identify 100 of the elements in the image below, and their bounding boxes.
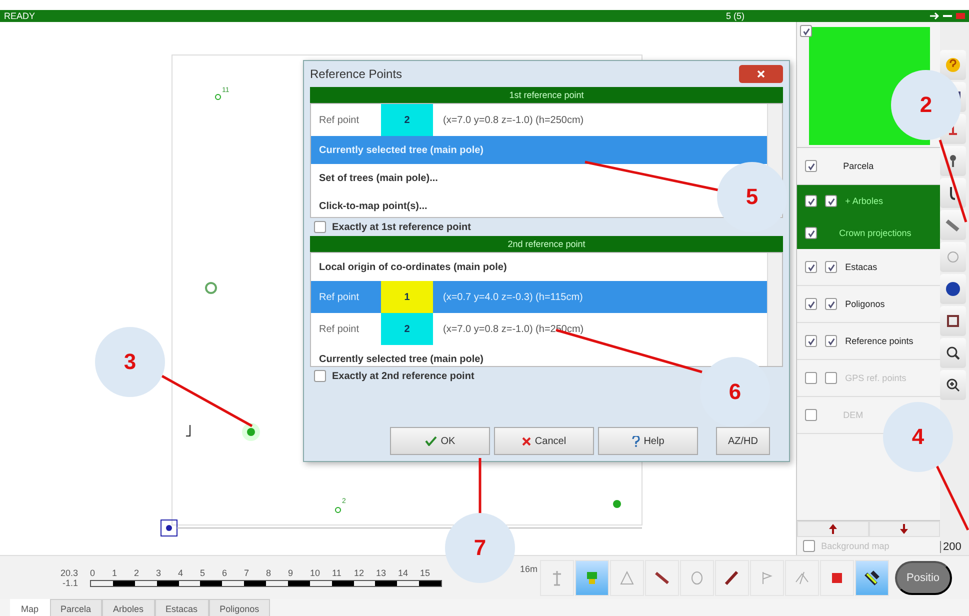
layer-row[interactable]: Crown projections xyxy=(797,217,940,249)
tool-button[interactable] xyxy=(644,560,679,596)
minus-icon[interactable] xyxy=(943,12,952,20)
status-text: READY xyxy=(4,11,36,21)
cross-icon xyxy=(522,436,531,446)
scale-label: 0 xyxy=(90,568,96,578)
down-arrow-icon xyxy=(900,524,908,534)
checkbox[interactable] xyxy=(825,261,838,273)
close-icon xyxy=(757,70,765,78)
tree-icon xyxy=(950,155,956,167)
scale-label: 10 xyxy=(310,568,322,578)
layer-name: Parcela xyxy=(843,161,874,171)
coordinate-text: -1.1 xyxy=(62,578,78,588)
layer-row[interactable]: + Arboles xyxy=(797,185,940,217)
section-header: 2nd reference point xyxy=(310,236,783,252)
layer-name: Poligonos xyxy=(845,299,885,309)
checkbox[interactable] xyxy=(805,195,818,207)
tree-marker[interactable] xyxy=(186,424,190,436)
layer-row[interactable]: Reference points xyxy=(797,323,940,360)
tree-marker[interactable] xyxy=(205,282,217,294)
scale-label: 15 xyxy=(420,568,432,578)
point-number: 2 xyxy=(381,104,433,136)
dialog-button[interactable]: Help xyxy=(598,427,698,455)
coordinate-text: 20.3 xyxy=(60,568,78,578)
checkbox[interactable] xyxy=(314,221,326,233)
tab[interactable]: Arboles xyxy=(102,599,155,616)
callout-tooltip: 3 xyxy=(95,327,165,397)
layer-name: + Arboles xyxy=(845,196,883,206)
scale-label: 4 xyxy=(178,568,184,578)
tool-button[interactable] xyxy=(714,560,749,596)
layer-name: DEM xyxy=(843,410,864,420)
question-icon xyxy=(632,436,640,446)
globe-icon xyxy=(944,280,962,298)
layer-name: GPS ref. points xyxy=(845,373,906,383)
checkbox[interactable] xyxy=(805,227,818,239)
checkbox[interactable] xyxy=(805,261,818,273)
item-label: Ref point xyxy=(318,292,360,302)
scrollbar[interactable] xyxy=(767,253,782,366)
item-label: Ref point xyxy=(318,114,360,126)
leader-line xyxy=(478,458,482,515)
zoom-icon xyxy=(944,376,962,394)
checkbox-label: Exactly at 1st reference point xyxy=(332,222,471,232)
list-item[interactable]: Local origin of co-ordinates (main pole) xyxy=(311,253,767,281)
tab[interactable]: Estacas xyxy=(154,599,209,616)
scale-label: 1 xyxy=(112,568,118,578)
coordinates-text: (x=0.7 y=4.0 z=-0.3) (h=115cm) xyxy=(443,292,583,302)
layer-name: Reference points xyxy=(845,336,914,346)
toolbar-button[interactable] xyxy=(940,306,966,336)
item-label: Ref point xyxy=(318,324,360,334)
point-number: 2 xyxy=(381,313,433,345)
dialog-button[interactable]: OK xyxy=(390,427,490,455)
layer-name: Estacas xyxy=(845,262,878,272)
scale-label: 12 xyxy=(354,568,366,578)
layer-row[interactable]: Estacas xyxy=(797,249,940,286)
checkbox[interactable] xyxy=(805,160,818,172)
scale-label: 13 xyxy=(376,568,388,578)
check-icon xyxy=(424,436,437,446)
tree-marker[interactable] xyxy=(242,423,260,441)
scale-label: 16m xyxy=(520,564,538,574)
checkbox[interactable] xyxy=(825,195,838,207)
list-item[interactable]: Ref point 2 (x=7.0 y=0.8 z=-1.0) (h=250cm) xyxy=(311,104,767,136)
toolbar-button[interactable] xyxy=(940,178,966,208)
checkbox[interactable] xyxy=(800,25,812,37)
count-text: 5 (5) xyxy=(726,11,746,21)
tool-button[interactable] xyxy=(854,560,889,596)
toolbar-button[interactable] xyxy=(940,338,966,368)
close-button[interactable] xyxy=(739,65,783,83)
layer-row[interactable]: Poligonos xyxy=(797,286,940,323)
checkbox[interactable] xyxy=(825,335,838,347)
toolbar-button[interactable] xyxy=(940,146,966,176)
scale-readout: 200 xyxy=(940,541,962,553)
origin-marker xyxy=(160,520,178,536)
position-button[interactable]: Positio xyxy=(894,560,952,594)
list-item[interactable]: Ref point 1 (x=0.7 y=4.0 z=-0.3) (h=115cm) xyxy=(311,281,767,313)
tab[interactable]: Poligonos xyxy=(208,599,270,616)
move-down-button[interactable] xyxy=(868,521,940,537)
checkbox[interactable] xyxy=(805,335,818,347)
callout-tooltip: 7 xyxy=(445,513,515,583)
scale-label: 3 xyxy=(156,568,162,578)
scale-label: 7 xyxy=(244,568,250,578)
search-icon xyxy=(944,344,962,362)
tab[interactable]: Map xyxy=(10,599,50,616)
checkbox-label: Exactly at 2nd reference point xyxy=(332,370,474,382)
move-up-button[interactable] xyxy=(797,521,869,537)
dialog-button[interactable]: Cancel xyxy=(494,427,594,455)
section-header: 1st reference point xyxy=(310,87,783,103)
toolbar-button[interactable] xyxy=(940,370,966,400)
scale-label: 9 xyxy=(288,568,294,578)
scale-label: 14 xyxy=(398,568,410,578)
checkbox[interactable] xyxy=(825,298,838,310)
checkbox[interactable] xyxy=(314,370,326,382)
tab[interactable]: Parcela xyxy=(50,599,102,616)
checkbox[interactable] xyxy=(805,298,818,310)
toolbar-button[interactable] xyxy=(940,274,966,304)
point-number: 1 xyxy=(381,281,433,313)
dialog-button[interactable]: AZ/HD xyxy=(716,427,770,455)
tree-tool-icon xyxy=(950,186,956,200)
tree-marker[interactable] xyxy=(613,500,621,508)
coordinates-text: (x=7.0 y=0.8 z=-1.0) (h=250cm) xyxy=(443,114,584,126)
layer-name: Crown projections xyxy=(839,228,912,238)
